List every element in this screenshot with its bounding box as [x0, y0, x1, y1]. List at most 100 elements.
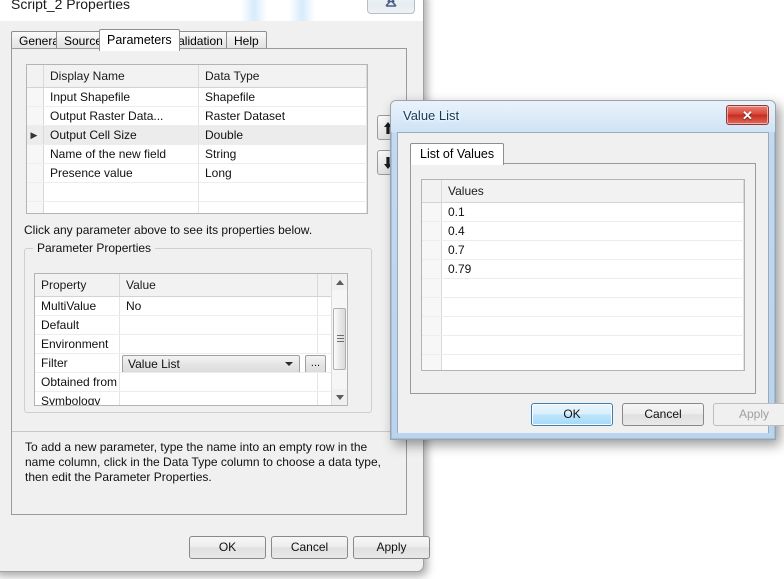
- row-gutter[interactable]: [27, 163, 44, 183]
- row-gutter[interactable]: [422, 240, 442, 260]
- row-gutter[interactable]: [27, 87, 44, 107]
- row-gutter[interactable]: [422, 316, 442, 336]
- prop-value-obtained-from[interactable]: [119, 372, 318, 392]
- cell-data-type[interactable]: Double: [198, 125, 367, 145]
- table-row[interactable]: 0.1: [422, 202, 744, 222]
- table-row[interactable]: 0.79: [422, 259, 744, 279]
- prop-value-symbology[interactable]: [119, 391, 318, 405]
- cell-data-type[interactable]: Raster Dataset: [198, 106, 367, 126]
- parameter-properties-table[interactable]: Property Value MultiValue No Default Env…: [34, 273, 348, 406]
- value-list-ok-button[interactable]: OK: [531, 403, 613, 426]
- filter-combo-box[interactable]: Value List: [122, 355, 300, 372]
- row-gutter[interactable]: [422, 202, 442, 222]
- prop-name-obtained-from[interactable]: Obtained from: [35, 372, 120, 392]
- table-row[interactable]: [422, 354, 744, 370]
- row-gutter[interactable]: [422, 221, 442, 241]
- props-row[interactable]: Environment: [35, 334, 347, 354]
- cell-display-name[interactable]: Name of the new field: [43, 144, 199, 164]
- row-gutter[interactable]: [27, 144, 44, 164]
- cell-value[interactable]: [441, 297, 744, 317]
- prop-name-multivalue[interactable]: MultiValue: [35, 296, 120, 316]
- props-row[interactable]: MultiValue No: [35, 296, 347, 316]
- table-row[interactable]: [422, 278, 744, 298]
- prop-value-default[interactable]: [119, 315, 318, 335]
- cell-value[interactable]: [441, 278, 744, 298]
- cell-display-name[interactable]: [43, 182, 199, 202]
- arrow-down-icon: [335, 394, 344, 400]
- prop-name-symbology[interactable]: Symbology: [35, 391, 120, 405]
- cancel-button[interactable]: Cancel: [271, 536, 348, 559]
- main-title-bar[interactable]: Script_2 Properties: [0, 0, 423, 21]
- row-gutter[interactable]: [422, 297, 442, 317]
- props-row[interactable]: Obtained from: [35, 372, 347, 392]
- tab-parameters[interactable]: Parameters: [99, 29, 180, 51]
- table-row[interactable]: [27, 182, 367, 202]
- cell-value[interactable]: [441, 354, 744, 370]
- table-row-selected[interactable]: ▶ Output Cell Size Double: [27, 125, 367, 145]
- table-row[interactable]: [27, 201, 367, 213]
- values-table[interactable]: Values 0.1 0.4 0.7 0.79: [421, 179, 745, 371]
- prop-value-multivalue[interactable]: No: [119, 296, 318, 316]
- cell-data-type[interactable]: [198, 182, 367, 202]
- table-row[interactable]: [422, 316, 744, 336]
- cell-display-name[interactable]: Presence value: [43, 163, 199, 183]
- column-header-property[interactable]: Property: [35, 274, 120, 297]
- cell-display-name[interactable]: [43, 201, 199, 213]
- column-header-values[interactable]: Values: [441, 180, 744, 203]
- cell-value[interactable]: 0.1: [441, 202, 744, 222]
- tab-list-of-values[interactable]: List of Values: [410, 143, 505, 165]
- cell-value[interactable]: 0.7: [441, 240, 744, 260]
- scroll-down-button[interactable]: [332, 389, 347, 405]
- column-header-data-type[interactable]: Data Type: [198, 65, 367, 88]
- value-list-close-button[interactable]: ✕: [726, 105, 769, 125]
- props-row[interactable]: Symbology: [35, 391, 347, 405]
- row-gutter[interactable]: [422, 278, 442, 298]
- table-row[interactable]: Input Shapefile Shapefile: [27, 87, 367, 107]
- prop-name-environment[interactable]: Environment: [35, 334, 120, 354]
- row-gutter[interactable]: [27, 106, 44, 126]
- scrollbar-thumb[interactable]: [333, 308, 346, 370]
- cell-data-type[interactable]: Long: [198, 163, 367, 183]
- column-header-value[interactable]: Value: [119, 274, 318, 297]
- table-row[interactable]: 0.4: [422, 221, 744, 241]
- value-list-cancel-button[interactable]: Cancel: [622, 403, 704, 426]
- parameters-table[interactable]: Display Name Data Type Input Shapefile S…: [26, 64, 368, 214]
- cell-display-name[interactable]: Output Raster Data...: [43, 106, 199, 126]
- row-gutter[interactable]: [27, 201, 44, 213]
- cell-data-type[interactable]: [198, 201, 367, 213]
- cell-data-type[interactable]: Shapefile: [198, 87, 367, 107]
- cell-value[interactable]: 0.4: [441, 221, 744, 241]
- table-row[interactable]: [422, 297, 744, 317]
- apply-button[interactable]: Apply: [353, 536, 430, 559]
- row-gutter[interactable]: [422, 259, 442, 279]
- close-button[interactable]: [367, 0, 415, 14]
- row-gutter[interactable]: [422, 354, 442, 370]
- ok-button[interactable]: OK: [189, 536, 266, 559]
- table-row[interactable]: 0.7: [422, 240, 744, 260]
- table-row[interactable]: Name of the new field String: [27, 144, 367, 164]
- prop-value-filter-cell[interactable]: Value List ...: [119, 353, 347, 373]
- cell-data-type[interactable]: String: [198, 144, 367, 164]
- table-row[interactable]: Output Raster Data... Raster Dataset: [27, 106, 367, 126]
- cell-value[interactable]: 0.79: [441, 259, 744, 279]
- tab-help[interactable]: Help: [226, 31, 267, 49]
- properties-vertical-scrollbar[interactable]: [331, 274, 347, 405]
- row-gutter[interactable]: [27, 182, 44, 202]
- row-gutter-current[interactable]: ▶: [27, 125, 44, 145]
- props-row[interactable]: Default: [35, 315, 347, 335]
- table-row[interactable]: Presence value Long: [27, 163, 367, 183]
- prop-name-default[interactable]: Default: [35, 315, 120, 335]
- scroll-up-button[interactable]: [332, 274, 347, 290]
- column-header-display-name[interactable]: Display Name: [43, 65, 199, 88]
- prop-name-filter[interactable]: Filter: [35, 353, 120, 373]
- cell-display-name[interactable]: Output Cell Size: [43, 125, 199, 145]
- cell-value[interactable]: [441, 316, 744, 336]
- row-gutter[interactable]: [422, 335, 442, 355]
- props-row-filter[interactable]: Filter Value List ...: [35, 353, 347, 373]
- cell-value[interactable]: [441, 335, 744, 355]
- prop-value-environment[interactable]: [119, 334, 318, 354]
- cell-display-name[interactable]: Input Shapefile: [43, 87, 199, 107]
- value-list-title-bar[interactable]: Value List ✕: [391, 101, 775, 132]
- table-row[interactable]: [422, 335, 744, 355]
- filter-browse-button[interactable]: ...: [305, 355, 326, 372]
